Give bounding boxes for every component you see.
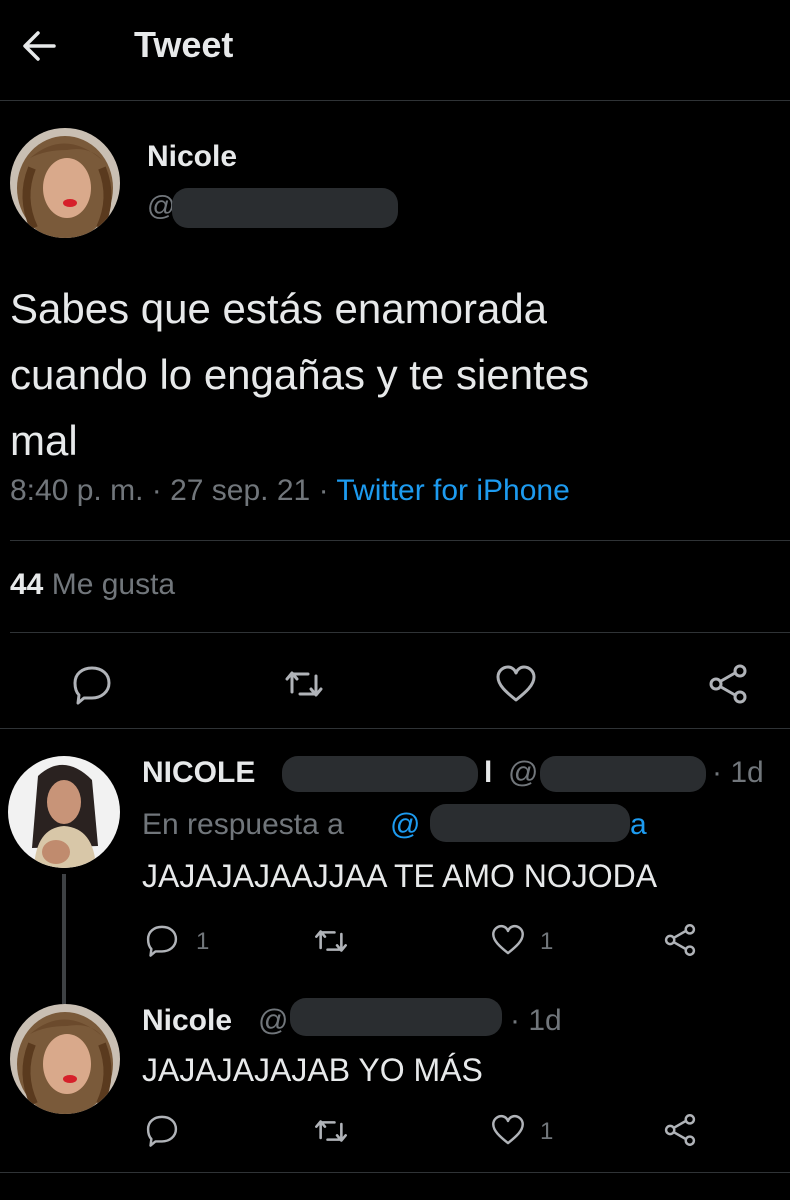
retweet-icon [315,1120,347,1142]
author-avatar[interactable] [10,128,120,238]
share-button[interactable] [662,1112,698,1148]
reply-text: JAJAJAJAJAB YO MÁS [142,1052,483,1088]
divider [0,1172,790,1173]
retweet-button[interactable] [282,662,326,706]
back-button[interactable] [18,24,62,68]
divider [10,632,790,633]
arrow-left-icon [23,31,56,61]
reply-button[interactable] [70,662,114,706]
heart-icon [492,924,524,955]
divider [10,540,790,541]
likes-label: Me gusta [51,568,176,601]
share-icon [664,924,696,956]
like-count: 1 [540,928,554,955]
page-title: Tweet [134,24,234,65]
redaction-bar [430,804,630,842]
redaction-bar [540,756,706,792]
like-button[interactable]: 1 [490,1112,560,1148]
reply-count: 1 [196,928,210,955]
reply-icon [146,925,178,957]
like-count: 1 [540,1118,554,1145]
reply-author-name[interactable]: NICOLE [142,756,255,790]
tweet-source-link[interactable]: Twitter for iPhone [336,474,569,507]
share-icon [709,664,747,704]
heart-icon [496,665,536,702]
tweet-text: Sabes que estás enamorada cuando lo enga… [10,276,589,474]
retweet-icon [315,930,347,952]
tweet-time: 8:40 p. m. [10,474,144,507]
reply-author-name-tail: l [484,756,493,789]
share-button[interactable] [662,922,698,958]
tweet-meta: 8:40 p. m. · 27 sep. 21 · Twitter for iP… [10,474,570,508]
meta-separator: · [151,474,162,507]
like-button[interactable] [494,662,538,706]
redaction-bar [290,998,502,1036]
avatar-photo [10,128,120,238]
reply-author-handle[interactable]: @ [258,1004,288,1038]
in-reply-to-handle[interactable]: @ [390,808,420,842]
reply-author-name[interactable]: Nicole [142,1004,232,1038]
reply-timestamp: · 1d [712,756,764,789]
divider [0,728,790,729]
redaction-bar [282,756,478,792]
share-icon [664,1114,696,1146]
reply-icon [146,1115,178,1147]
reply-text: JAJAJAJAAJJAA TE AMO NOJODA [142,858,658,894]
retweet-button[interactable] [312,922,352,958]
reply-timestamp: · 1d [510,1004,562,1037]
redaction-bar [172,188,398,228]
retweet-button[interactable] [312,1112,352,1148]
tweet-text-line: Sabes que estás enamorada [10,285,548,332]
reply-author-handle[interactable]: @ [508,756,538,790]
author-name[interactable]: Nicole [147,140,237,174]
meta-separator: · [318,474,329,507]
thread-connector [62,874,66,1004]
tweet-text-line: mal [10,417,78,464]
tweet-date: 27 sep. 21 [170,474,311,507]
in-reply-to-label: En respuesta a [142,808,344,841]
retweet-icon [285,671,323,697]
reply-author-avatar[interactable] [10,1004,120,1114]
heart-icon [492,1114,524,1145]
share-button[interactable] [706,662,750,706]
in-reply-to-handle-tail: a [630,808,647,841]
reply-button[interactable] [144,1112,184,1148]
likes-count: 44 [10,568,44,601]
reply-author-avatar[interactable] [8,756,120,868]
avatar-photo [10,1004,120,1114]
reply-button[interactable]: 1 [144,922,214,958]
tweet-text-line: cuando lo engañas y te sientes [10,351,590,398]
avatar-photo [8,756,120,868]
like-button[interactable]: 1 [490,922,560,958]
likes-stat[interactable]: 44 Me gusta [10,568,175,602]
top-bar: Tweet [0,0,790,101]
reply-icon [73,666,111,705]
